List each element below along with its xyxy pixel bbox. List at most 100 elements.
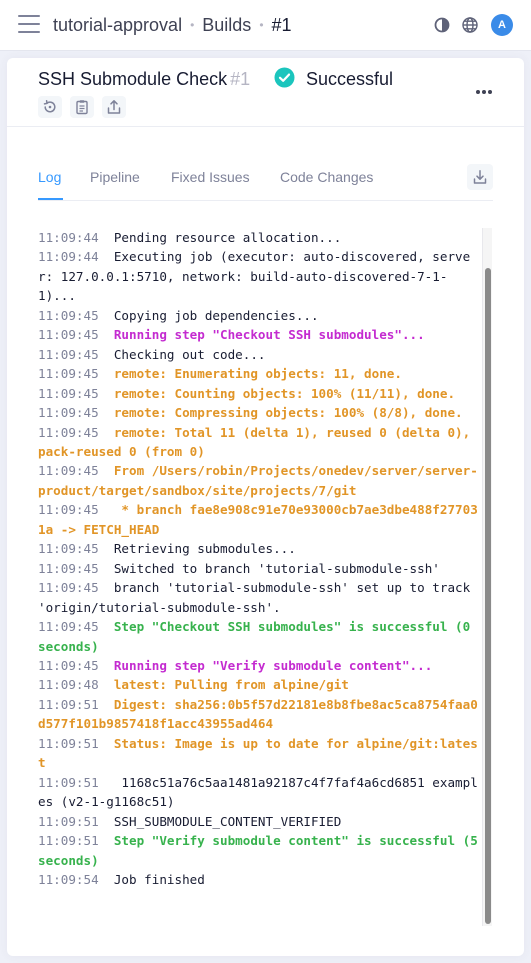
breadcrumb-separator: • — [190, 18, 195, 32]
avatar[interactable]: A — [491, 14, 513, 36]
log-message: Running step "Verify submodule content".… — [113, 657, 433, 673]
log-timestamp: 11:09:45 — [38, 346, 99, 362]
log-line: 11:09:45 From /Users/robin/Projects/oned… — [38, 461, 482, 500]
log-message: SSH_SUBMODULE_CONTENT_VERIFIED — [113, 813, 342, 829]
log-message: Checking out code... — [113, 346, 266, 362]
log-message: Job finished — [113, 871, 205, 887]
log-message: * branch fae8e908c91e70e93000cb7ae3dbe48… — [38, 502, 478, 537]
log-message: Running step "Checkout SSH submodules"..… — [113, 327, 425, 343]
tab-fixed-issues[interactable]: Fixed Issues — [171, 168, 250, 186]
build-log: 11:09:44 Pending resource allocation... 1… — [38, 228, 482, 926]
contrast-icon[interactable] — [432, 15, 452, 35]
log-message: Step "Verify submodule content" is succe… — [38, 833, 478, 868]
log-line: 11:09:45 Running step "Checkout SSH subm… — [38, 325, 482, 344]
log-line: 11:09:45 Copying job dependencies... — [38, 306, 482, 325]
log-scrollbar[interactable] — [482, 228, 492, 926]
log-message: Status: Image is up to date for alpine/g… — [38, 735, 478, 771]
log-line: 11:09:45 Retrieving submodules... — [38, 539, 482, 558]
build-number: #1 — [230, 69, 251, 89]
log-message: 1168c51a76c5aa1481a92187c4f7faf4a6cd6851… — [38, 774, 478, 810]
log-message: latest: Pulling from alpine/git — [113, 677, 349, 693]
log-timestamp: 11:09:51 — [38, 813, 99, 829]
log-line: 11:09:45 Running step "Verify submodule … — [38, 656, 482, 675]
log-line: 11:09:51 Digest: sha256:0b5f57d22181e8b8… — [38, 695, 482, 734]
log-timestamp: 11:09:44 — [38, 230, 99, 245]
log-timestamp: 11:09:45 — [38, 580, 99, 596]
log-message: Copying job dependencies... — [113, 307, 319, 323]
share-icon — [107, 100, 121, 114]
log-timestamp: 11:09:45 — [38, 307, 99, 323]
clipboard-icon — [76, 100, 88, 115]
globe-icon[interactable] — [460, 15, 480, 35]
log-timestamp: 11:09:51 — [38, 833, 99, 849]
log-timestamp: 11:09:45 — [38, 424, 99, 440]
log-message: branch 'tutorial-submodule-ssh' set up t… — [38, 580, 478, 615]
log-timestamp: 11:09:45 — [38, 385, 99, 401]
download-icon — [473, 170, 487, 184]
log-line: 11:09:51 Status: Image is up to date for… — [38, 734, 482, 773]
build-header: SSH Submodule Check #1 Successful — [7, 58, 524, 127]
tab-pipeline[interactable]: Pipeline — [90, 168, 140, 186]
share-button[interactable] — [102, 96, 126, 118]
copy-button[interactable] — [70, 96, 94, 118]
log-timestamp: 11:09:48 — [38, 677, 99, 693]
log-message: remote: Total 11 (delta 1), reused 0 (de… — [38, 424, 478, 459]
log-line: 11:09:45 branch 'tutorial-submodule-ssh'… — [38, 578, 482, 617]
check-circle-icon — [274, 67, 295, 88]
log-line: 11:09:45 remote: Enumerating objects: 11… — [38, 364, 482, 383]
breadcrumb-current: #1 — [271, 15, 292, 35]
breadcrumb-builds-link[interactable]: Builds — [202, 15, 251, 35]
log-line: 11:09:45 Checking out code... — [38, 345, 482, 364]
log-timestamp: 11:09:45 — [38, 502, 99, 518]
tab-log[interactable]: Log — [38, 168, 61, 186]
breadcrumb-project-link[interactable]: tutorial-approval — [53, 15, 182, 35]
rebuild-button[interactable] — [38, 96, 62, 118]
log-line: 11:09:45 remote: Total 11 (delta 1), reu… — [38, 423, 482, 462]
log-line: 11:09:54 Job finished — [38, 870, 482, 889]
log-message: Switched to branch 'tutorial-submodule-s… — [113, 560, 440, 576]
scrollbar-thumb[interactable] — [485, 268, 491, 924]
log-message: Executing job (executor: auto-discovered… — [38, 249, 471, 304]
log-message: Digest: sha256:0b5f57d22181e8b8fbe8ac5ca… — [38, 696, 478, 732]
log-timestamp: 11:09:54 — [38, 871, 99, 887]
log-timestamp: 11:09:45 — [38, 463, 99, 479]
log-timestamp: 11:09:45 — [38, 327, 99, 343]
log-timestamp: 11:09:45 — [38, 366, 99, 382]
hamburger-icon[interactable] — [18, 14, 40, 34]
log-message: remote: Compressing objects: 100% (8/8),… — [113, 405, 463, 421]
breadcrumb: tutorial-approval • Builds • #1 — [53, 14, 292, 36]
log-timestamp: 11:09:51 — [38, 735, 99, 751]
log-line: 11:09:45 remote: Compressing objects: 10… — [38, 403, 482, 422]
log-timestamp: 11:09:51 — [38, 696, 99, 712]
log-timestamp: 11:09:45 — [38, 619, 99, 635]
log-line: 11:09:51 Step "Verify submodule content"… — [38, 831, 482, 870]
log-message: remote: Enumerating objects: 11, done. — [113, 366, 402, 382]
log-message: Step "Checkout SSH submodules" is succes… — [38, 619, 478, 654]
log-line: 11:09:51 SSH_SUBMODULE_CONTENT_VERIFIED — [38, 812, 482, 831]
breadcrumb-separator: • — [259, 18, 264, 32]
log-line: 11:09:45 * branch fae8e908c91e70e93000cb… — [38, 500, 482, 539]
log-message: Pending resource allocation... — [113, 230, 342, 245]
build-card: SSH Submodule Check #1 Successful Log Pip… — [7, 58, 524, 956]
log-line: 11:09:51 1168c51a76c5aa1481a92187c4f7faf… — [38, 773, 482, 812]
log-timestamp: 11:09:45 — [38, 405, 99, 421]
log-line: 11:09:45 remote: Counting objects: 100% … — [38, 384, 482, 403]
log-timestamp: 11:09:51 — [38, 774, 99, 790]
log-line: 11:09:45 Step "Checkout SSH submodules" … — [38, 617, 482, 656]
log-timestamp: 11:09:44 — [38, 249, 99, 265]
log-message: From /Users/robin/Projects/onedev/server… — [38, 463, 478, 498]
log-line: 11:09:44 Executing job (executor: auto-d… — [38, 247, 482, 305]
download-log-button[interactable] — [467, 164, 493, 190]
build-tabs: Log Pipeline Fixed Issues Code Changes — [38, 154, 493, 201]
log-line: 11:09:45 Switched to branch 'tutorial-su… — [38, 559, 482, 578]
top-bar: tutorial-approval • Builds • #1 A — [0, 0, 531, 51]
log-timestamp: 11:09:45 — [38, 657, 99, 673]
more-dots-icon[interactable] — [473, 82, 495, 102]
build-title-text: SSH Submodule Check — [38, 69, 228, 89]
tab-code-changes[interactable]: Code Changes — [280, 168, 373, 186]
active-tab-indicator — [38, 198, 63, 200]
log-timestamp: 11:09:45 — [38, 541, 99, 557]
log-message: remote: Counting objects: 100% (11/11), … — [113, 385, 456, 401]
rebuild-icon — [43, 100, 56, 113]
log-line: 11:09:44 Pending resource allocation... — [38, 228, 482, 247]
